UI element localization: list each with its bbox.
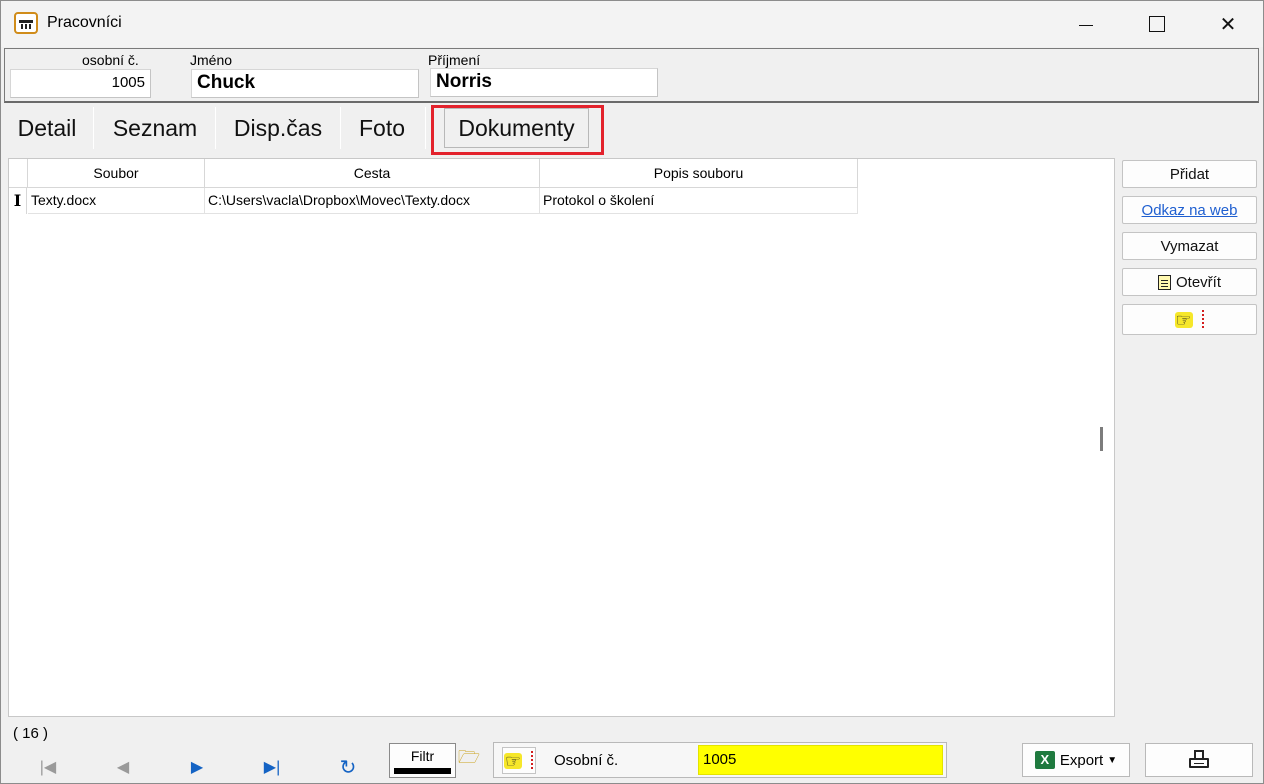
next-record-button[interactable]: ▶	[182, 753, 212, 781]
column-header-cesta[interactable]: Cesta	[205, 159, 540, 188]
filter-label: Filtr	[410, 748, 435, 764]
delete-button[interactable]: Vymazat	[1122, 232, 1257, 260]
cell-popis[interactable]: Protokol o školení	[540, 188, 858, 214]
last-name-label: Příjmení	[428, 52, 481, 68]
cell-soubor[interactable]: Texty.docx	[28, 188, 205, 214]
search-field-label: Osobní č.	[554, 752, 619, 769]
export-button[interactable]: X Export ▼	[1022, 743, 1130, 777]
previous-record-icon: ◀	[116, 759, 130, 776]
maximize-button[interactable]	[1122, 1, 1192, 47]
first-record-icon: |◀	[39, 759, 57, 776]
search-group: ☞ Osobní č. 1005	[493, 742, 947, 778]
tab-foto[interactable]: Foto	[345, 105, 419, 151]
folder-open-icon[interactable]: 🗁	[457, 747, 481, 771]
excel-icon: X	[1034, 751, 1055, 769]
pointing-hand-icon: ☞	[504, 750, 534, 771]
printer-icon	[1188, 750, 1210, 770]
tab-disp-cas[interactable]: Disp.čas	[221, 105, 335, 151]
first-name-field[interactable]: Chuck	[191, 69, 419, 98]
app-window: Pracovníci ✕ osobní č. 1005 Jméno Chuck …	[0, 0, 1264, 784]
pointer-action-button[interactable]: ☞	[1122, 304, 1257, 335]
app-logo-icon	[14, 12, 38, 34]
filter-indicator-bar	[394, 768, 451, 774]
refresh-icon: ↻	[339, 756, 357, 779]
highlight-box	[431, 105, 604, 155]
last-name-field[interactable]: Norris	[430, 68, 658, 97]
documents-grid[interactable]: Soubor Cesta Popis souboru I Texty.docx …	[8, 158, 1115, 717]
title-bar: Pracovníci ✕	[1, 1, 1263, 47]
close-button[interactable]: ✕	[1193, 1, 1263, 47]
refresh-button[interactable]: ↻	[333, 753, 363, 781]
tab-separator	[425, 107, 426, 149]
previous-record-button[interactable]: ◀	[108, 753, 138, 781]
minimize-icon	[1079, 24, 1093, 26]
row-cursor-indicator: I	[9, 188, 27, 214]
last-record-icon: ▶|	[263, 759, 281, 776]
print-button[interactable]	[1145, 743, 1253, 777]
tab-seznam[interactable]: Seznam	[99, 105, 211, 151]
column-header-soubor[interactable]: Soubor	[28, 159, 205, 188]
document-icon	[1157, 274, 1171, 290]
record-count: ( 16 )	[13, 725, 49, 742]
column-header-popis[interactable]: Popis souboru	[540, 159, 858, 188]
search-pointer-button[interactable]: ☞	[502, 747, 536, 774]
minimize-button[interactable]	[1051, 1, 1121, 47]
web-link-button[interactable]: Odkaz na web	[1122, 196, 1257, 224]
window-title: Pracovníci	[47, 14, 122, 31]
open-label: Otevřít	[1175, 273, 1221, 291]
open-button[interactable]: Otevřít	[1122, 268, 1257, 296]
pointing-hand-icon: ☞	[1174, 309, 1205, 330]
add-button[interactable]: Přidat	[1122, 160, 1257, 188]
first-record-button[interactable]: |◀	[33, 753, 63, 781]
dropdown-arrow-icon: ▼	[1107, 754, 1118, 766]
splitter-handle[interactable]	[1100, 427, 1103, 451]
tab-detail[interactable]: Detail	[8, 105, 86, 151]
next-record-icon: ▶	[190, 759, 204, 776]
filter-button[interactable]: Filtr	[389, 743, 456, 778]
first-name-label: Jméno	[190, 52, 233, 68]
personal-no-field[interactable]: 1005	[10, 69, 151, 98]
row-header-corner	[9, 159, 28, 188]
tab-separator	[215, 107, 216, 149]
export-label: Export	[1059, 751, 1104, 769]
maximize-icon	[1149, 16, 1165, 32]
cell-cesta[interactable]: C:\Users\vacla\Dropbox\Movec\Texty.docx	[205, 188, 540, 214]
tab-separator	[93, 107, 94, 149]
last-record-button[interactable]: ▶|	[257, 753, 287, 781]
search-input[interactable]: 1005	[698, 745, 943, 775]
web-link-label: Odkaz na web	[1141, 201, 1238, 219]
close-icon: ✕	[1219, 13, 1237, 36]
tab-separator	[340, 107, 341, 149]
personal-no-label: osobní č.	[82, 52, 139, 68]
employee-header-panel: osobní č. 1005 Jméno Chuck Příjmení Norr…	[4, 48, 1259, 103]
